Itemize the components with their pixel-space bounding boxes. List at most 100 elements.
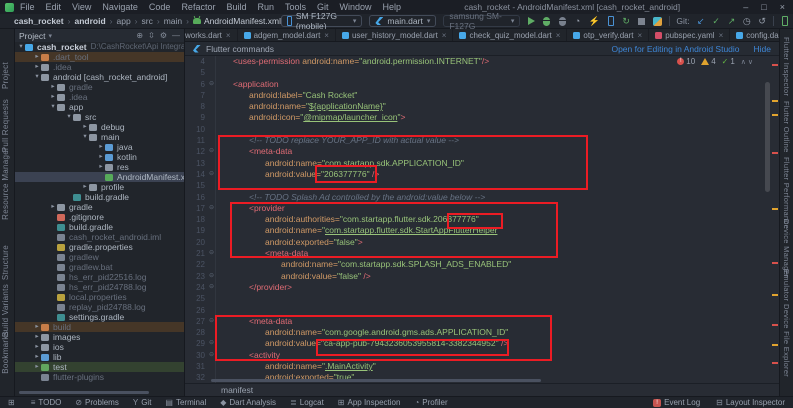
menu-navigate[interactable]: Navigate — [102, 2, 138, 12]
tree-item-settings-gradle[interactable]: settings.gradle — [15, 312, 184, 322]
debug-button[interactable] — [543, 16, 551, 27]
tree-item-test[interactable]: ▸test — [15, 362, 184, 372]
breadcrumb-item-cash_rocket[interactable]: cash_rocket — [14, 16, 64, 26]
tool-tab-project[interactable]: Project — [1, 62, 10, 89]
breadcrumb-file[interactable]: AndroidManifest.xml — [193, 16, 281, 26]
attach-debugger-button[interactable] — [558, 16, 566, 27]
statusbar-git[interactable]: YGit — [133, 398, 152, 407]
vertical-scrollbar[interactable] — [765, 82, 770, 192]
tree-item-res[interactable]: ▸res — [15, 162, 184, 172]
stop-button[interactable] — [637, 16, 645, 27]
profile-app-button[interactable]: ◔ — [573, 16, 581, 27]
menu-file[interactable]: File — [20, 2, 35, 12]
tree-item-replay-pid24788-log[interactable]: replay_pid24788.log — [15, 302, 184, 312]
breadcrumb-manifest[interactable]: manifest — [221, 385, 253, 395]
tab-close-icon[interactable]: × — [638, 31, 643, 40]
tree-item-kotlin[interactable]: ▸kotlin — [15, 152, 184, 162]
tab-config-dart[interactable]: config.dart× — [730, 29, 779, 41]
tree-item-ios[interactable]: ▸ios — [15, 342, 184, 352]
tree-item-lib[interactable]: ▸lib — [15, 352, 184, 362]
tree-item-cash-rocket-android-iml[interactable]: cash_rocket_android.iml — [15, 232, 184, 242]
tool-tab-device-file-explorer[interactable]: Device File Explorer — [782, 304, 791, 377]
run-button[interactable] — [527, 16, 535, 27]
tree-item-gradlew[interactable]: gradlew — [15, 252, 184, 262]
minimize-button[interactable]: – — [743, 2, 748, 12]
tree-item-java[interactable]: ▸java — [15, 142, 184, 152]
tree-item-root[interactable]: ▾cash_rocketD:\CashRocket\Api Integratio… — [15, 42, 184, 52]
maximize-button[interactable]: □ — [761, 2, 766, 12]
project-scrollbar[interactable] — [19, 391, 149, 394]
tree-item-profile[interactable]: ▸profile — [15, 182, 184, 192]
tool-tab-pull-requests[interactable]: Pull Requests — [1, 99, 10, 152]
sync-device-button[interactable] — [607, 16, 615, 27]
device-selector[interactable]: SM F127G (mobile) ▾ — [281, 15, 362, 27]
tool-tab-structure[interactable]: Structure — [1, 245, 10, 280]
statusbar-problems[interactable]: ⊘Problems — [75, 398, 119, 407]
tool-tab-flutter-outline[interactable]: Flutter Outline — [782, 101, 791, 153]
menu-code[interactable]: Code — [149, 2, 171, 12]
statusbar-logcat[interactable]: ≣Logcat — [290, 398, 324, 407]
tab-works-dart[interactable]: works.dart× — [185, 29, 238, 41]
statusbar-event[interactable]: !Event Log — [653, 398, 700, 407]
run-on-device-button[interactable] — [781, 16, 789, 27]
menu-edit[interactable]: Edit — [46, 2, 62, 12]
hide-panel-icon[interactable]: — — [172, 31, 180, 40]
tab-close-icon[interactable]: × — [442, 31, 447, 40]
settings-gear-icon[interactable]: ⚙ — [160, 31, 167, 40]
tab-adgem-model-dart[interactable]: adgem_model.dart× — [238, 29, 336, 41]
breadcrumb-item-android[interactable]: android — [74, 16, 105, 26]
code-editor[interactable]: 4<uses-permission android:name="android.… — [185, 56, 779, 383]
project-panel-title[interactable]: Project — [19, 31, 45, 41]
tab-otp-verify-dart[interactable]: otp_verify.dart× — [567, 29, 649, 41]
breadcrumb-item-main[interactable]: main — [164, 16, 182, 26]
tree-item-images[interactable]: ▸images — [15, 332, 184, 342]
target-device-selector[interactable]: samsung SM-F127G ▾ — [443, 15, 520, 27]
tab-user-history-model-dart[interactable]: user_history_model.dart× — [336, 29, 454, 41]
tool-tab-build-variants[interactable]: Build Variants — [1, 284, 10, 337]
tab-check-quiz-model-dart[interactable]: check_quiz_model.dart× — [453, 29, 567, 41]
tree-item-gradle[interactable]: ▸gradle — [15, 82, 184, 92]
prev-next-chevrons[interactable]: ∧ ∨ — [741, 58, 753, 66]
run-config-selector[interactable]: main.dart ▾ — [369, 15, 436, 27]
tree-item-debug[interactable]: ▸debug — [15, 122, 184, 132]
breadcrumb-item-app[interactable]: app — [116, 16, 130, 26]
tool-tab-emulator[interactable]: Emulator — [782, 269, 791, 301]
tree-item--idea[interactable]: ▸.idea — [15, 92, 184, 102]
git-push-button[interactable]: ↗ — [727, 16, 735, 27]
tree-item-src[interactable]: ▾src — [15, 112, 184, 122]
horizontal-scrollbar[interactable] — [211, 379, 541, 382]
tab-close-icon[interactable]: × — [719, 31, 724, 40]
grid-icon[interactable]: ⊞ — [8, 398, 15, 407]
tree-item--idea[interactable]: ▸.idea — [15, 62, 184, 72]
open-in-android-studio-link[interactable]: Open for Editing in Android Studio — [611, 44, 739, 54]
breadcrumb-item-src[interactable]: src — [142, 16, 153, 26]
tool-tab-bookmarks[interactable]: Bookmarks — [1, 331, 10, 374]
tab-close-icon[interactable]: × — [226, 31, 231, 40]
tab-pubspec-yaml[interactable]: pubspec.yaml× — [649, 29, 730, 41]
tree-item--gitignore[interactable]: .gitignore — [15, 212, 184, 222]
statusbar-terminal[interactable]: ▤Terminal — [165, 398, 206, 407]
tool-tab-flutter-inspector[interactable]: Flutter Inspector — [782, 37, 791, 96]
inspection-indicators[interactable]: !10 4 ✓1 ∧ ∨ — [677, 57, 753, 66]
tree-item-gradle-properties[interactable]: gradle.properties — [15, 242, 184, 252]
chevron-down-icon[interactable]: ▾ — [48, 32, 52, 40]
statusbar-todo[interactable]: ≡TODO — [31, 398, 62, 407]
git-update-button[interactable]: ↙ — [697, 16, 705, 27]
tree-item-hs-err-pid24788-log[interactable]: hs_err_pid24788.log — [15, 282, 184, 292]
menu-run[interactable]: Run — [257, 2, 274, 12]
tree-item-hs-err-pid22516-log[interactable]: hs_err_pid22516.log — [15, 272, 184, 282]
tree-item-flutter-plugins[interactable]: flutter-plugins — [15, 372, 184, 382]
tab-close-icon[interactable]: × — [556, 31, 561, 40]
tree-item-app[interactable]: ▾app — [15, 102, 184, 112]
tree-item-build-gradle[interactable]: build.gradle — [15, 192, 184, 202]
menu-build[interactable]: Build — [226, 2, 246, 12]
tree-item-android-cash-rocket-android-[interactable]: ▾android [cash_rocket_android] — [15, 72, 184, 82]
tree-item-build[interactable]: ▸build — [15, 322, 184, 332]
tree-item-androidmanifest-xml[interactable]: AndroidManifest.xml — [15, 172, 184, 182]
tree-item-gradlew-bat[interactable]: gradlew.bat — [15, 262, 184, 272]
statusbar-inspect[interactable]: ⊞App Inspection — [338, 398, 401, 407]
statusbar-layout[interactable]: ⊟Layout Inspector — [716, 398, 785, 407]
close-button[interactable]: × — [780, 2, 785, 12]
tab-close-icon[interactable]: × — [324, 31, 329, 40]
hide-banner-link[interactable]: Hide — [754, 44, 771, 54]
